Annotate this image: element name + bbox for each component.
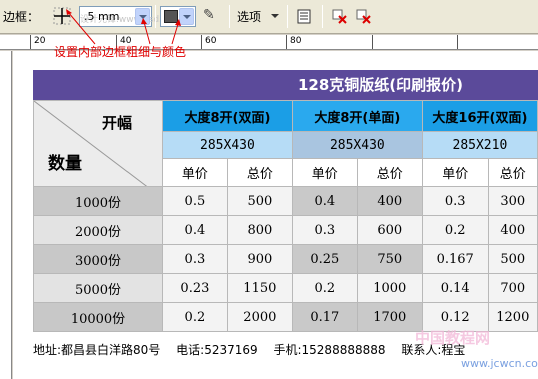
price-cell[interactable]: 0.2 bbox=[291, 273, 358, 303]
quantity-cell[interactable]: 5000份 bbox=[33, 273, 163, 303]
options-menu[interactable]: 选项 bbox=[237, 8, 261, 25]
inner-border-icon[interactable] bbox=[52, 6, 72, 26]
price-cell[interactable]: 750 bbox=[356, 244, 423, 274]
table-row: 1000份 0.5 500 0.4 400 0.3 300 bbox=[33, 186, 538, 216]
ruler-tick bbox=[286, 35, 287, 49]
table-row: 5000份 0.23 1150 0.2 1000 0.14 700 bbox=[33, 273, 538, 303]
price-cell[interactable]: 0.5 bbox=[161, 186, 228, 216]
total-price-header[interactable]: 总价 bbox=[356, 158, 423, 187]
ruler-tick bbox=[30, 35, 31, 49]
price-cell[interactable]: 900 bbox=[226, 244, 293, 274]
price-cell[interactable]: 0.3 bbox=[161, 244, 228, 274]
price-cell[interactable]: 400 bbox=[356, 186, 423, 216]
pen-icon[interactable]: ✎ bbox=[203, 7, 215, 23]
dimension-cell[interactable]: 285X430 bbox=[161, 131, 293, 159]
price-cell[interactable]: 500 bbox=[226, 186, 293, 216]
price-cell[interactable]: 0.23 bbox=[161, 273, 228, 303]
mobile-text: 手机:15288888888 bbox=[273, 343, 386, 357]
size-header[interactable]: 大度8开(双面) bbox=[161, 100, 293, 132]
unit-price-header[interactable]: 单价 bbox=[161, 158, 228, 187]
sheet-title[interactable]: 128克铜版纸(印刷报价) bbox=[33, 70, 538, 100]
price-cell[interactable]: 1700 bbox=[356, 302, 423, 332]
site-watermark-url: www.jcwcn.com bbox=[461, 357, 538, 370]
chevron-down-icon[interactable] bbox=[179, 8, 194, 25]
delete-column-icon[interactable] bbox=[356, 9, 372, 25]
ruler-label: 60 bbox=[205, 36, 217, 46]
table-row: 3000份 0.3 900 0.25 750 0.167 500 bbox=[33, 244, 538, 274]
document-page: 128克铜版纸(印刷报价) 开幅 数量 大度8开(双面) 大度8开(单面) 大度… bbox=[13, 51, 538, 379]
ruler-tick bbox=[372, 35, 373, 49]
price-cell[interactable]: 0.2 bbox=[421, 215, 489, 245]
toolbar-divider bbox=[229, 5, 230, 28]
price-table[interactable]: 开幅 数量 大度8开(双面) 大度8开(单面) 大度16开(双面) 285X43… bbox=[33, 100, 538, 332]
price-cell[interactable]: 400 bbox=[487, 215, 538, 245]
price-cell[interactable]: 0.3 bbox=[421, 186, 489, 216]
price-cell[interactable]: 800 bbox=[226, 215, 293, 245]
toolbar-divider bbox=[287, 5, 288, 28]
ruler-label: 80 bbox=[290, 36, 302, 46]
price-cell[interactable]: 0.14 bbox=[421, 273, 489, 303]
price-cell[interactable]: 0.25 bbox=[291, 244, 358, 274]
price-cell[interactable]: 0.167 bbox=[421, 244, 489, 274]
corner-top-label: 开幅 bbox=[101, 114, 132, 132]
price-cell[interactable]: 1150 bbox=[226, 273, 293, 303]
price-cell[interactable]: 0.4 bbox=[291, 186, 358, 216]
contact-footer[interactable]: 地址:都昌县白洋路80号 电话:5237169 手机:15288888888 联… bbox=[33, 341, 477, 358]
toolbar-divider bbox=[155, 5, 156, 28]
annotation-text: 设置内部边框粗细与颜色 bbox=[54, 45, 187, 59]
property-toolbar: 边框： 设计先锋.www.psd5 mm .5 mm ✎ 选项 bbox=[0, 0, 538, 34]
quantity-cell[interactable]: 3000份 bbox=[33, 244, 163, 274]
border-width-value: .5 mm bbox=[84, 10, 120, 23]
table-corner-cell[interactable]: 开幅 数量 bbox=[33, 100, 163, 187]
price-cell[interactable]: 0.2 bbox=[161, 302, 228, 332]
quantity-cell[interactable]: 1000份 bbox=[33, 186, 163, 216]
delete-row-icon[interactable] bbox=[332, 9, 348, 25]
table-properties-icon[interactable] bbox=[297, 9, 313, 25]
border-color-select[interactable] bbox=[160, 6, 196, 27]
ruler-label: 20 bbox=[34, 36, 46, 46]
price-cell[interactable]: 600 bbox=[356, 215, 423, 245]
border-width-select[interactable]: 设计先锋.www.psd5 mm .5 mm bbox=[79, 6, 185, 27]
site-watermark: 中国教程网 bbox=[415, 329, 491, 347]
price-cell[interactable]: 1200 bbox=[487, 302, 538, 332]
total-price-header[interactable]: 总价 bbox=[226, 158, 293, 187]
phone-text: 电话:5237169 bbox=[176, 343, 258, 357]
vertical-ruler bbox=[0, 51, 12, 379]
price-cell[interactable]: 1000 bbox=[356, 273, 423, 303]
quantity-cell[interactable]: 2000份 bbox=[33, 215, 163, 245]
price-cell[interactable]: 2000 bbox=[226, 302, 293, 332]
color-swatch bbox=[164, 10, 178, 23]
price-cell[interactable]: 500 bbox=[487, 244, 538, 274]
size-header[interactable]: 大度16开(双面) bbox=[421, 100, 538, 132]
price-cell[interactable]: 300 bbox=[487, 186, 538, 216]
quantity-cell[interactable]: 10000份 bbox=[33, 302, 163, 332]
unit-price-header[interactable]: 单价 bbox=[421, 158, 489, 187]
table-row: 2000份 0.4 800 0.3 600 0.2 400 bbox=[33, 215, 538, 245]
price-cell[interactable]: 0.4 bbox=[161, 215, 228, 245]
options-arrow-icon[interactable] bbox=[271, 14, 279, 18]
toolbar-divider bbox=[322, 5, 323, 28]
border-label: 边框： bbox=[3, 10, 40, 24]
size-header[interactable]: 大度8开(单面) bbox=[291, 100, 423, 132]
chevron-down-icon[interactable] bbox=[135, 8, 150, 25]
dimension-cell[interactable]: 285X430 bbox=[291, 131, 423, 159]
unit-price-header[interactable]: 单价 bbox=[291, 158, 358, 187]
dimension-cell[interactable]: 285X210 bbox=[421, 131, 538, 159]
corner-bottom-label: 数量 bbox=[48, 154, 82, 174]
price-cell[interactable]: 700 bbox=[487, 273, 538, 303]
price-cell[interactable]: 0.17 bbox=[291, 302, 358, 332]
ruler-tick bbox=[201, 35, 202, 49]
total-price-header[interactable]: 总价 bbox=[487, 158, 538, 187]
ruler-tick bbox=[457, 35, 458, 49]
price-cell[interactable]: 0.3 bbox=[291, 215, 358, 245]
address-text: 地址:都昌县白洋路80号 bbox=[33, 343, 161, 357]
